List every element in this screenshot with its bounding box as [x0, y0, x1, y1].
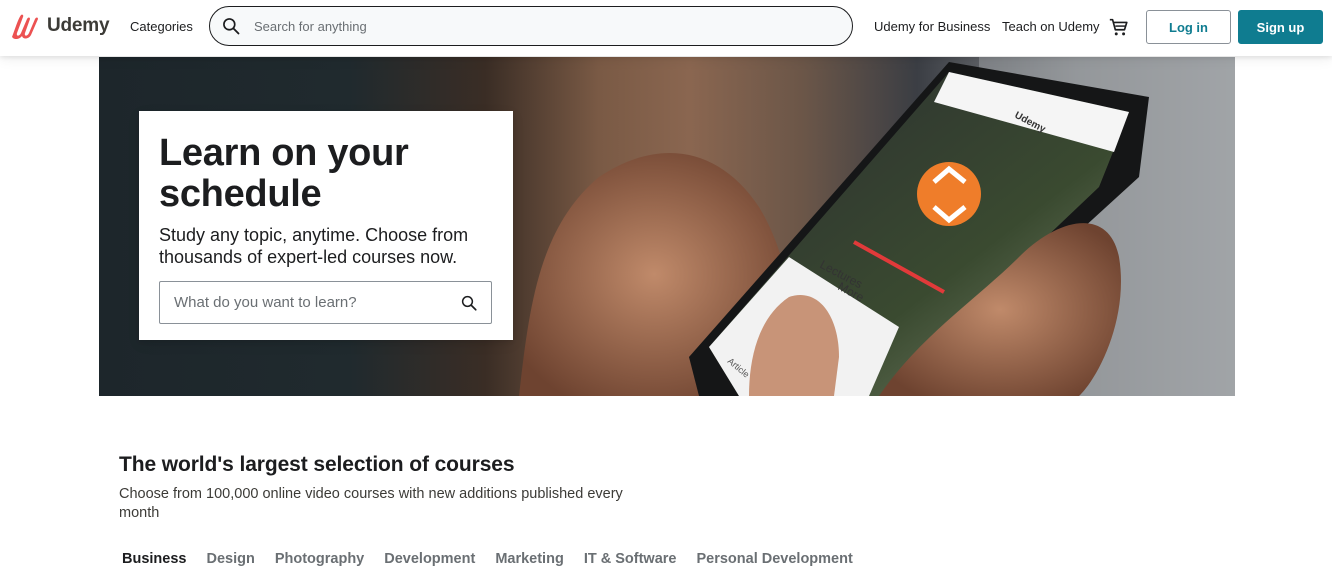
logo-text: Udemy: [47, 15, 110, 36]
courses-section-subtitle: Choose from 100,000 online video courses…: [119, 486, 623, 521]
tab-personal-development[interactable]: Personal Development: [696, 551, 852, 567]
categories-menu[interactable]: Categories: [130, 19, 193, 34]
hero-search-input[interactable]: [174, 294, 454, 311]
hero-subtitle: Study any topic, anytime. Choose from th…: [159, 225, 469, 267]
header-search-input[interactable]: [254, 18, 814, 34]
search-icon[interactable]: [460, 294, 478, 312]
header-search-bar[interactable]: [209, 6, 853, 46]
signup-button[interactable]: Sign up: [1238, 10, 1323, 44]
teach-on-udemy-link[interactable]: Teach on Udemy: [1002, 19, 1100, 34]
udemy-u-icon: [12, 14, 38, 40]
category-tabs: Business Design Photography Development …: [122, 551, 873, 567]
udemy-logo[interactable]: Udemy: [9, 11, 110, 41]
tab-it-software[interactable]: IT & Software: [584, 551, 677, 567]
hero-title: Learn on your schedule: [159, 132, 409, 215]
tab-business[interactable]: Business: [122, 551, 186, 567]
top-nav-bar: Udemy Categories Udemy for Business Teac…: [0, 0, 1332, 56]
search-icon[interactable]: [221, 16, 241, 36]
tab-design[interactable]: Design: [206, 551, 254, 567]
udemy-for-business-link[interactable]: Udemy for Business: [874, 19, 990, 34]
tab-marketing[interactable]: Marketing: [495, 551, 564, 567]
hero-search-box[interactable]: [159, 281, 492, 324]
tab-development[interactable]: Development: [384, 551, 475, 567]
shopping-cart-icon[interactable]: [1108, 16, 1130, 38]
courses-section-title: The world's largest selection of courses: [119, 453, 515, 476]
login-button[interactable]: Log in: [1146, 10, 1231, 44]
hero-card: Learn on your schedule Study any topic, …: [139, 111, 513, 340]
tab-photography[interactable]: Photography: [275, 551, 364, 567]
